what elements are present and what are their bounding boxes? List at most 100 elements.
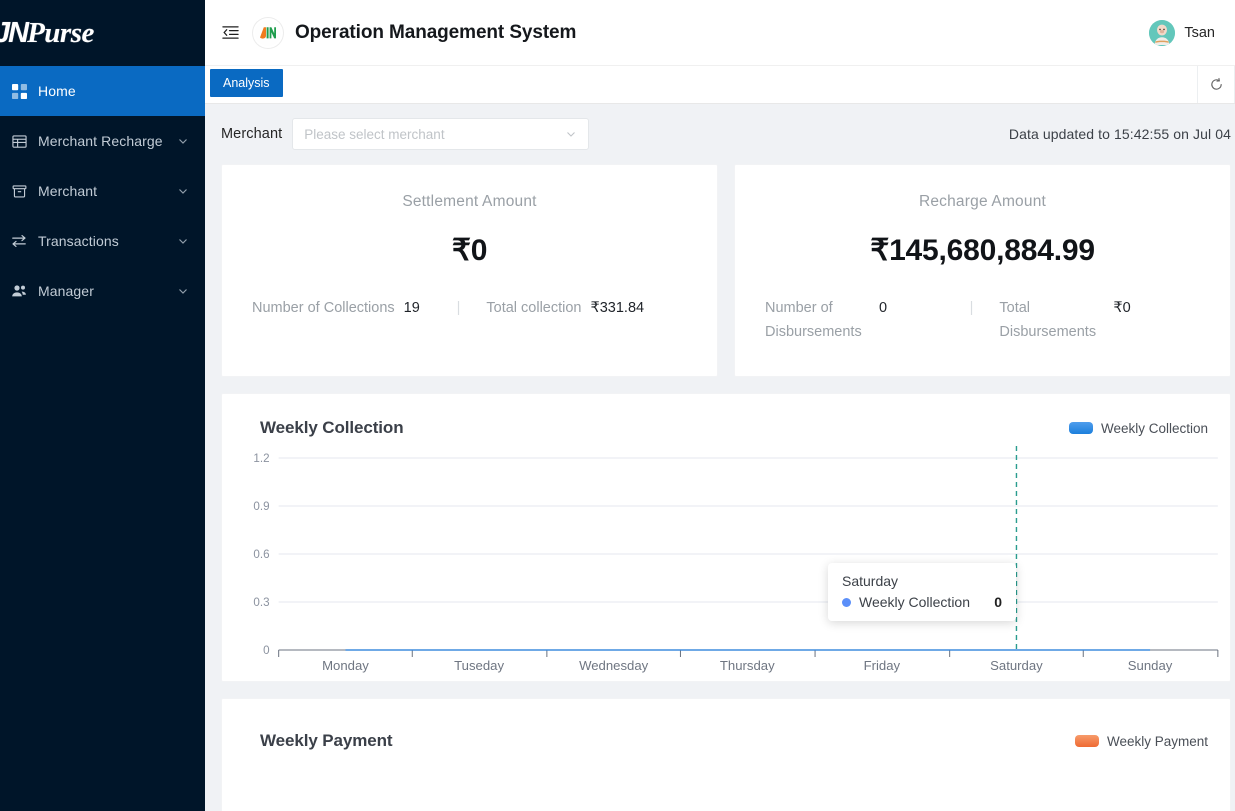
card-stats: Number of Disbursements 0 | Total Disbur…: [765, 296, 1200, 344]
chart-gridlines: [278, 457, 1218, 603]
brand-jn-text: JN: [0, 16, 29, 49]
top-header: Operation Management System Tsan: [205, 0, 1235, 66]
settlement-amount-card: Settlement Amount ₹0 Number of Collectio…: [221, 164, 718, 377]
weekly-collection-panel: Weekly Collection Weekly Collection 1.2 …: [221, 393, 1231, 682]
legend-label: Weekly Collection: [1100, 420, 1208, 436]
chevron-down-icon: [567, 132, 576, 137]
stat-value: ₹0: [1113, 300, 1131, 316]
merchant-filter-label: Merchant: [221, 126, 283, 142]
svg-text:Sunday: Sunday: [1128, 658, 1173, 673]
tooltip-series-dot: [842, 597, 851, 607]
filter-bar: Merchant Please select merchant Data upd…: [205, 104, 1235, 164]
user-menu[interactable]: Tsan: [1149, 19, 1221, 46]
page-title: Operation Management System: [295, 21, 577, 43]
application-root: JNPurse Home Merchant Recharge: [0, 0, 1235, 811]
stat-label: Total Disbursements: [999, 300, 1097, 340]
stat-value: ₹331.84: [590, 300, 645, 316]
page-content: Merchant Please select merchant Data upd…: [205, 104, 1235, 811]
stat-total-collection: Total collection ₹331.84: [464, 296, 687, 320]
user-name: Tsan: [1184, 24, 1215, 41]
tooltip-row: Weekly Collection 0: [842, 594, 1002, 610]
chart-tooltip: Saturday Weekly Collection 0: [828, 563, 1016, 621]
tooltip-series-name: Weekly Collection: [859, 594, 971, 610]
svg-text:Monday: Monday: [322, 658, 369, 673]
weekly-collection-chart[interactable]: 1.2 0.9 0.6 0.3 0 Monday Tuseday Wednesd…: [222, 446, 1230, 681]
sidebar-item-label: Transactions: [38, 233, 119, 249]
merchant-select[interactable]: Please select merchant: [292, 118, 590, 150]
tab-actions: [1197, 66, 1235, 103]
svg-text:Wednesday: Wednesday: [579, 658, 649, 673]
legend-swatch: [1074, 735, 1099, 747]
chart-title: Weekly Payment: [260, 731, 393, 750]
legend-label: Weekly Payment: [1106, 733, 1208, 749]
chevron-down-icon: [179, 239, 187, 244]
panel-header: Weekly Payment Weekly Payment: [222, 699, 1230, 751]
chart-title: Weekly Collection: [260, 418, 404, 437]
panel-header: Weekly Collection Weekly Collection: [222, 394, 1230, 438]
chart-x-ticks: [278, 650, 1219, 657]
card-amount: ₹145,680,884.99: [870, 234, 1095, 267]
sidebar-item-home[interactable]: Home: [0, 66, 205, 116]
sidebar-item-label: Merchant Recharge: [38, 133, 163, 149]
svg-text:Thursday: Thursday: [720, 658, 775, 673]
tooltip-title: Saturday: [842, 573, 899, 589]
chevron-down-icon: [179, 139, 187, 144]
refresh-icon: [1210, 77, 1222, 90]
stat-total-disbursements: Total Disbursements ₹0: [977, 296, 1200, 344]
data-updated-text: Data updated to 15:42:55 on Jul 04: [1008, 126, 1231, 142]
merchant-select-placeholder: Please select merchant: [304, 126, 445, 142]
refresh-button[interactable]: [1197, 66, 1235, 103]
stat-divider: |: [456, 300, 461, 316]
stat-label: Total collection: [486, 300, 582, 316]
table-icon: [0, 134, 38, 149]
svg-text:Tuseday: Tuseday: [454, 658, 504, 673]
tab-label: Analysis: [223, 76, 270, 90]
users-icon: [0, 283, 38, 299]
brand-purse-text: Purse: [27, 16, 94, 49]
sidebar-item-label: Manager: [38, 283, 94, 299]
swap-icon: [0, 233, 38, 249]
user-avatar: [1149, 19, 1176, 46]
menu-fold-icon[interactable]: [219, 22, 241, 44]
card-amount: ₹0: [451, 234, 488, 267]
sidebar-item-transactions[interactable]: Transactions: [0, 216, 205, 266]
sidebar-item-label: Merchant: [38, 183, 98, 199]
tab-analysis[interactable]: Analysis: [210, 69, 283, 97]
chart-y-labels: 1.2 0.9 0.6 0.3 0: [253, 453, 269, 657]
svg-text:0.6: 0.6: [253, 549, 269, 561]
chart-canvas: 1.2 0.9 0.6 0.3 0 Monday Tuseday Wednesd…: [253, 446, 1219, 673]
sidebar-item-manager[interactable]: Manager: [0, 266, 205, 316]
summary-cards: Settlement Amount ₹0 Number of Collectio…: [205, 164, 1235, 377]
svg-text:0.9: 0.9: [253, 501, 269, 513]
svg-text:1.2: 1.2: [253, 453, 269, 465]
svg-text:0.3: 0.3: [253, 597, 269, 609]
stat-divider: |: [969, 300, 974, 316]
stat-value: 0: [879, 300, 888, 316]
card-title: Recharge Amount: [918, 193, 1047, 210]
svg-text:0: 0: [263, 645, 269, 657]
legend-swatch: [1068, 422, 1093, 434]
chart-legend[interactable]: Weekly Collection: [1068, 420, 1208, 436]
main-area: Operation Management System Tsan Analysi…: [205, 0, 1235, 811]
sidebar-item-merchant[interactable]: Merchant: [0, 166, 205, 216]
stat-label: Number of Collections: [252, 300, 395, 316]
stat-collections: Number of Collections 19: [252, 296, 453, 320]
sidebar: JNPurse Home Merchant Recharge: [0, 0, 205, 811]
card-title: Settlement Amount: [402, 193, 537, 210]
svg-text:Friday: Friday: [864, 658, 901, 673]
weekly-payment-panel: Weekly Payment Weekly Payment: [221, 698, 1231, 811]
recharge-amount-card: Recharge Amount ₹145,680,884.99 Number o…: [734, 164, 1231, 377]
chart-legend[interactable]: Weekly Payment: [1074, 733, 1208, 749]
tab-bar: Analysis: [205, 66, 1235, 104]
card-stats: Number of Collections 19 | Total collect…: [252, 296, 687, 320]
sidebar-nav: Home Merchant Recharge Merchant Transact…: [0, 66, 205, 316]
chevron-down-icon: [179, 189, 187, 194]
sidebar-item-merchant-recharge[interactable]: Merchant Recharge: [0, 116, 205, 166]
archive-icon: [0, 184, 38, 199]
sidebar-brand[interactable]: JNPurse: [0, 0, 205, 66]
stat-value: 19: [403, 300, 420, 316]
dashboard-icon: [0, 83, 38, 99]
stat-label: Number of Disbursements: [765, 300, 862, 340]
chart-x-labels: Monday Tuseday Wednesday Thursday Friday…: [322, 658, 1173, 673]
jn-logo-icon: [253, 17, 283, 48]
